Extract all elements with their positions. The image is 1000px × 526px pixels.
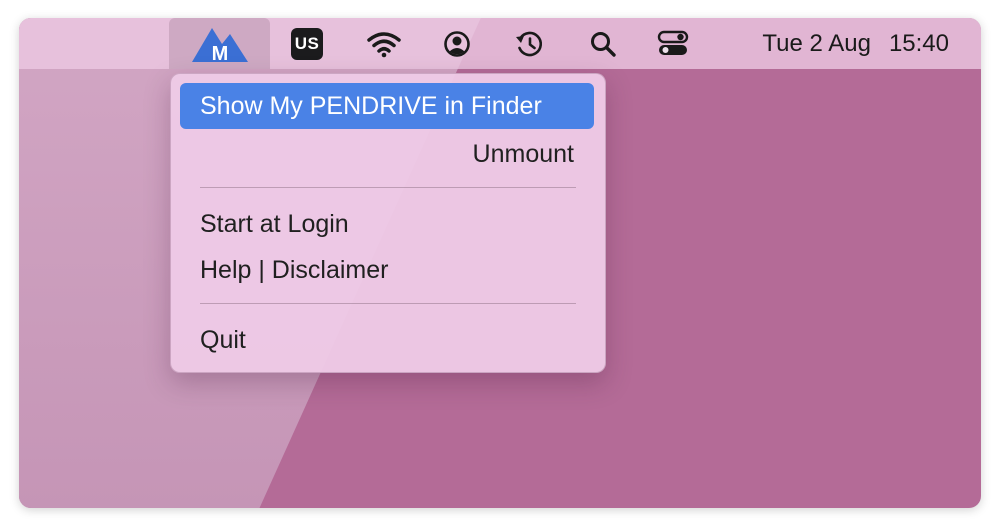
control-center-menu[interactable]	[655, 18, 691, 69]
menu-separator	[200, 187, 576, 188]
user-account-icon	[444, 30, 470, 57]
input-source-menu[interactable]: US	[289, 18, 325, 69]
mountain-m-icon: M	[191, 27, 248, 64]
menu-bar-clock[interactable]: Tue 2 Aug 15:40	[719, 18, 949, 69]
menu-item-quit[interactable]: Quit	[180, 317, 594, 363]
clock-date: Tue 2 Aug	[762, 29, 871, 57]
time-machine-icon	[516, 31, 542, 56]
menu-item-help-disclaimer[interactable]: Help | Disclaimer	[180, 247, 594, 293]
control-center-icon	[657, 30, 689, 55]
wifi-icon	[367, 31, 401, 57]
menu-separator	[200, 303, 576, 304]
time-machine-menu[interactable]	[511, 18, 547, 69]
svg-text:M: M	[211, 43, 228, 64]
clock-time: 15:40	[888, 29, 949, 57]
user-account-menu[interactable]	[440, 18, 474, 69]
screen: M US Tue 2 Aug 15:40 Show My PENDRIVE in…	[19, 18, 981, 508]
wifi-menu[interactable]	[362, 18, 406, 69]
search-icon	[591, 31, 616, 57]
menu-item-start-at-login[interactable]: Start at Login	[180, 201, 594, 247]
menu-bar: M US Tue 2 Aug 15:40	[19, 18, 981, 69]
spotlight-search[interactable]	[587, 18, 619, 69]
pendrive-app-menu-extra[interactable]: M	[169, 18, 270, 69]
pendrive-dropdown-menu: Show My PENDRIVE in Finder Unmount Start…	[170, 73, 606, 373]
menu-item-unmount[interactable]: Unmount	[180, 131, 594, 177]
menu-item-show-in-finder[interactable]: Show My PENDRIVE in Finder	[180, 83, 594, 129]
input-source-badge: US	[291, 27, 323, 60]
